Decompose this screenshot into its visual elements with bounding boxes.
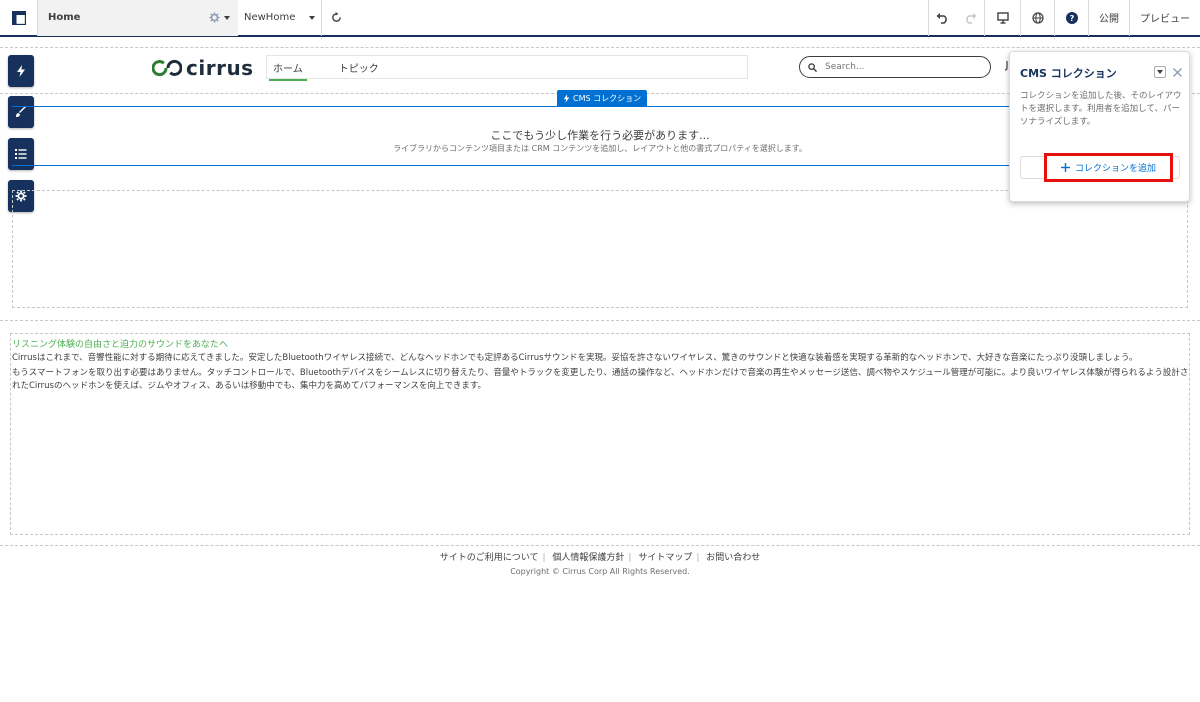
svg-text:?: ? bbox=[1069, 14, 1074, 23]
device-preview-button[interactable] bbox=[984, 0, 1020, 36]
content-paragraph: もうスマートフォンを取り出す必要はありません。タッチコントロールで、Blueto… bbox=[12, 368, 1189, 391]
variation-selector[interactable]: NewHome bbox=[238, 0, 322, 36]
close-button[interactable] bbox=[1171, 66, 1183, 78]
panel-menu-button[interactable] bbox=[1154, 66, 1166, 78]
undo-button[interactable] bbox=[928, 0, 956, 36]
close-icon bbox=[1172, 67, 1182, 77]
search-icon bbox=[808, 62, 817, 72]
gear-icon[interactable] bbox=[209, 12, 220, 23]
footer-links: サイトのご利用について | 個人情報保護方針 | サイトマップ | お問い合わせ bbox=[439, 553, 761, 563]
refresh-button[interactable] bbox=[322, 0, 350, 36]
chevron-down-icon bbox=[1157, 70, 1163, 74]
region-divider bbox=[0, 320, 1200, 321]
footer-link-contact[interactable]: お問い合わせ bbox=[706, 553, 760, 563]
logo-text: cirrus bbox=[186, 56, 254, 80]
redo-icon bbox=[965, 12, 976, 24]
content-heading: リスニング体験の自由さと迫力のサウンドをあなたへ bbox=[12, 340, 229, 350]
refresh-icon bbox=[331, 12, 341, 22]
nav-item-topics[interactable]: トピック bbox=[339, 60, 379, 75]
globe-icon bbox=[1031, 11, 1044, 24]
help-icon: ? bbox=[1065, 11, 1078, 24]
redo-button[interactable] bbox=[956, 0, 984, 36]
desktop-icon bbox=[996, 11, 1009, 24]
cirrus-logo-icon bbox=[152, 59, 182, 77]
search-input[interactable] bbox=[823, 61, 977, 73]
chevron-down-icon bbox=[309, 15, 315, 20]
footer-link-terms[interactable]: サイトのご利用について bbox=[440, 553, 539, 563]
region-divider bbox=[0, 545, 1200, 546]
cms-tag-label: CMS コレクション bbox=[573, 93, 642, 103]
publish-button[interactable]: 公開 bbox=[1088, 0, 1129, 36]
footer-link-privacy[interactable]: 個人情報保護方針 bbox=[552, 553, 624, 563]
page-selector[interactable]: Home bbox=[38, 0, 238, 36]
preview-button[interactable]: プレビュー bbox=[1129, 0, 1200, 36]
page-name: Home bbox=[48, 12, 81, 23]
rich-content-block[interactable]: リスニング体験の自由さと迫力のサウンドをあなたへ Cirrusはこれまで、音響性… bbox=[10, 333, 1190, 535]
builder-toolbar: Home NewHome ? 公開 プレビュー bbox=[0, 0, 1200, 37]
lightning-icon bbox=[563, 93, 570, 103]
add-collection-button[interactable]: コレクションを追加 bbox=[1044, 153, 1173, 182]
panel-title: CMS コレクション bbox=[1020, 67, 1117, 80]
nav-item-home[interactable]: ホーム bbox=[269, 60, 307, 81]
variation-name: NewHome bbox=[244, 12, 296, 23]
help-button[interactable]: ? bbox=[1054, 0, 1088, 36]
copyright: Copyright © Cirrus Corp All Rights Reser… bbox=[510, 567, 690, 576]
language-button[interactable] bbox=[1020, 0, 1054, 36]
footer-link-sitemap[interactable]: サイトマップ bbox=[638, 553, 692, 563]
undo-icon bbox=[936, 12, 947, 24]
empty-region[interactable] bbox=[12, 190, 1188, 308]
panel-description: コレクションを追加した後、そのレイアウトを選択します。利用者を追加して、パーソナ… bbox=[1020, 91, 1182, 127]
plus-icon bbox=[1060, 163, 1070, 172]
site-navigation: ホーム トピック bbox=[266, 55, 748, 81]
add-collection-label: コレクションを追加 bbox=[1074, 164, 1156, 174]
content-paragraph: Cirrusはこれまで、音響性能に対する期待に応えてきました。安定したBluet… bbox=[12, 353, 1138, 363]
chevron-down-icon[interactable] bbox=[224, 15, 230, 20]
cms-collection-tag[interactable]: CMS コレクション bbox=[557, 90, 648, 106]
layout-menu-icon bbox=[11, 10, 26, 25]
site-logo[interactable]: cirrus bbox=[152, 56, 254, 80]
search-box[interactable] bbox=[799, 56, 991, 78]
menu-button[interactable] bbox=[0, 0, 38, 36]
